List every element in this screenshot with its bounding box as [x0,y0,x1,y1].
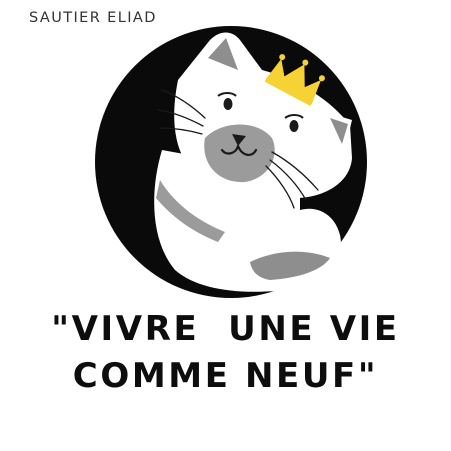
cat-eye-left [223,98,233,110]
quote-line-2: COMME NEUF" [72,356,379,396]
book-cover: SAUTIER ELIAD "VIVRE UNE VIE COMME NEUF" [0,0,451,451]
quote-line-1: "VIVRE UNE VIE [51,309,400,349]
cat-eye-right [289,120,299,132]
crowned-cat-icon [95,26,367,298]
